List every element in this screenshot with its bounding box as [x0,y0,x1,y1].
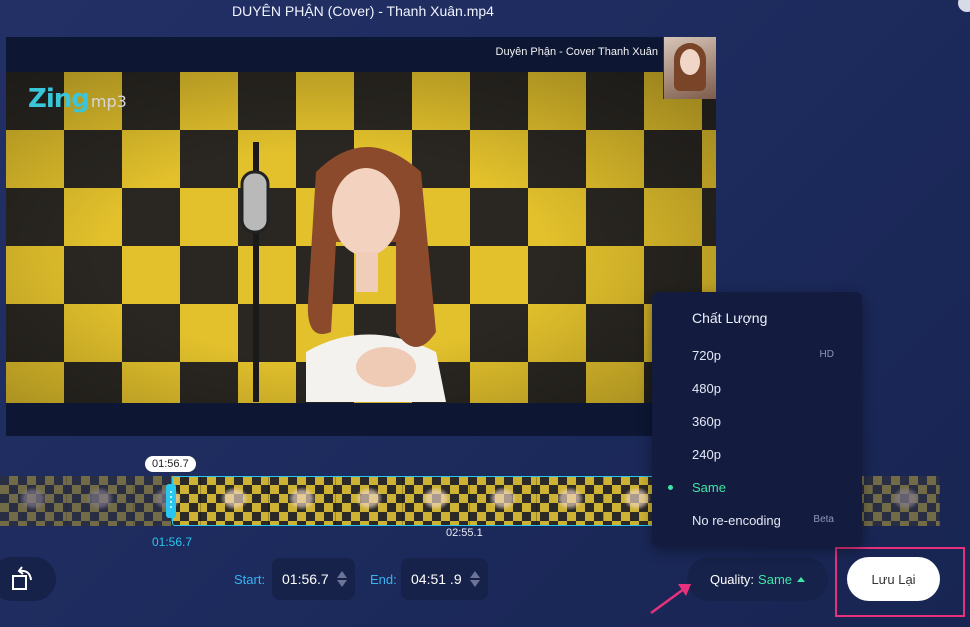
end-time-field[interactable]: 04:51 .9 [401,558,488,600]
caret-up-icon [797,576,806,582]
window-corner-button[interactable] [958,0,970,12]
playhead-time-bubble: 01:56.7 [145,456,196,472]
beta-badge: Beta [813,514,834,525]
selected-dot-icon [668,485,673,490]
video-frame [6,72,716,403]
zing-mp3-logo: Zing mp3 [28,84,127,114]
quality-option-480p[interactable]: 480p [692,381,852,396]
quality-button[interactable]: Quality: Same [687,557,828,601]
start-time-field[interactable]: 01:56.7 [272,558,355,600]
timeline-start-time: 01:56.7 [152,535,193,549]
start-label: Start: [234,572,266,587]
hd-badge: HD [819,349,834,360]
start-time-value[interactable]: 01:56.7 [282,571,329,587]
singer-figure [240,142,446,402]
trim-start-handle[interactable] [166,484,176,518]
quality-option-240p[interactable]: 240p [692,447,852,462]
end-label: End: [370,572,397,587]
rotate-icon [12,566,32,590]
quality-menu: Chất Lượng 720p HD 480p 360p 240p Same N… [652,292,862,546]
save-button[interactable]: Lưu Lại [847,557,940,601]
video-overlay-label: Duyên Phận - Cover Thanh Xuân [495,46,658,58]
start-stepper-icon[interactable] [336,570,347,588]
quality-label: Quality: [709,571,755,587]
quality-value: Same [758,571,793,587]
end-stepper-icon[interactable] [469,570,480,588]
timeline-selection[interactable] [172,476,674,526]
timeline-duration: 02:55.1 [446,527,483,539]
quality-option-no-re-encoding[interactable]: No re-encoding Beta [692,513,852,528]
rotate-button[interactable] [0,557,56,601]
end-time-value[interactable]: 04:51 .9 [411,571,462,587]
window-title: DUYÊN PHẬN (Cover) - Thanh Xuân.mp4 [232,3,494,19]
annotation-arrow-icon [650,584,691,615]
video-thumbnail [663,37,716,99]
timeline-unselected-left [0,476,172,526]
quality-option-360p[interactable]: 360p [692,414,852,429]
quality-option-720p[interactable]: 720p HD [692,348,852,363]
quality-menu-title: Chất Lượng [692,310,768,326]
quality-option-same[interactable]: Same [668,480,852,495]
video-preview[interactable]: Zing mp3 Duyên Phận - Cover Thanh Xuân [6,37,716,436]
